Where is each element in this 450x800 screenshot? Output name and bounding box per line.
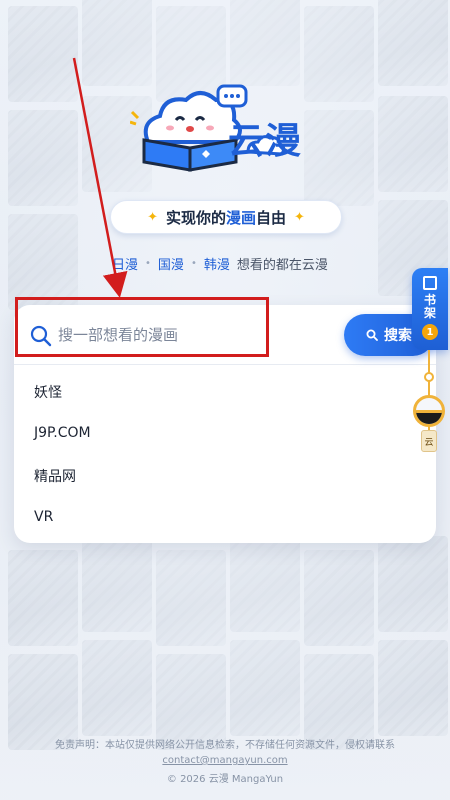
separator-dot: • bbox=[145, 257, 151, 269]
search-input[interactable] bbox=[58, 320, 328, 350]
search-button-label: 搜索 bbox=[384, 328, 412, 344]
suggestion-item[interactable]: J9P.COM bbox=[14, 412, 436, 454]
sparkle-left-icon: ✦ bbox=[147, 209, 158, 225]
category-tags: 日漫 • 国漫 • 韩漫 想看的都在云漫 bbox=[112, 254, 328, 273]
separator-dot: • bbox=[190, 257, 197, 269]
slogan-pill: ✦ 实现你的漫画自由 ✦ bbox=[110, 200, 342, 234]
footer-disclaimer: 免责声明：本站仅提供网络公开信息检索，不存储任何资源文件，侵权请联系 bbox=[55, 740, 395, 751]
bookshelf-button[interactable]: 书 架 1 bbox=[412, 268, 448, 350]
footer-contact-link[interactable]: contact@mangayun.com bbox=[162, 755, 287, 766]
footer-copyright: © 2026 云漫 MangaYun bbox=[166, 774, 284, 785]
suggestion-item[interactable]: 精品网 bbox=[14, 455, 436, 497]
footer: 免责声明：本站仅提供网络公开信息检索，不存储任何资源文件，侵权请联系 conta… bbox=[0, 738, 450, 787]
bookshelf-label-line2: 架 bbox=[423, 306, 436, 320]
search-icon bbox=[30, 325, 52, 347]
sparkle-right-icon: ✦ bbox=[294, 209, 305, 225]
rail-knob-icon[interactable] bbox=[413, 395, 445, 427]
suggestion-item[interactable]: 妖怪 bbox=[14, 371, 436, 413]
bookshelf-count-badge: 1 bbox=[422, 324, 438, 340]
book-icon bbox=[423, 276, 437, 290]
tags-description: 想看的都在云漫 bbox=[236, 257, 328, 273]
suggestion-item[interactable]: VR bbox=[14, 496, 436, 538]
rail-tag: 云 bbox=[421, 430, 437, 452]
search-button-icon bbox=[366, 329, 378, 341]
tag-chinese-manhua[interactable]: 国漫 bbox=[158, 254, 184, 273]
tag-japanese-manga[interactable]: 日漫 bbox=[112, 254, 138, 273]
rail-dot bbox=[424, 372, 434, 382]
logo-wordmark: 云漫 bbox=[228, 121, 303, 162]
slogan-text: 实现你的漫画自由 bbox=[165, 208, 287, 227]
tag-korean-manhwa[interactable]: 韩漫 bbox=[204, 254, 230, 273]
